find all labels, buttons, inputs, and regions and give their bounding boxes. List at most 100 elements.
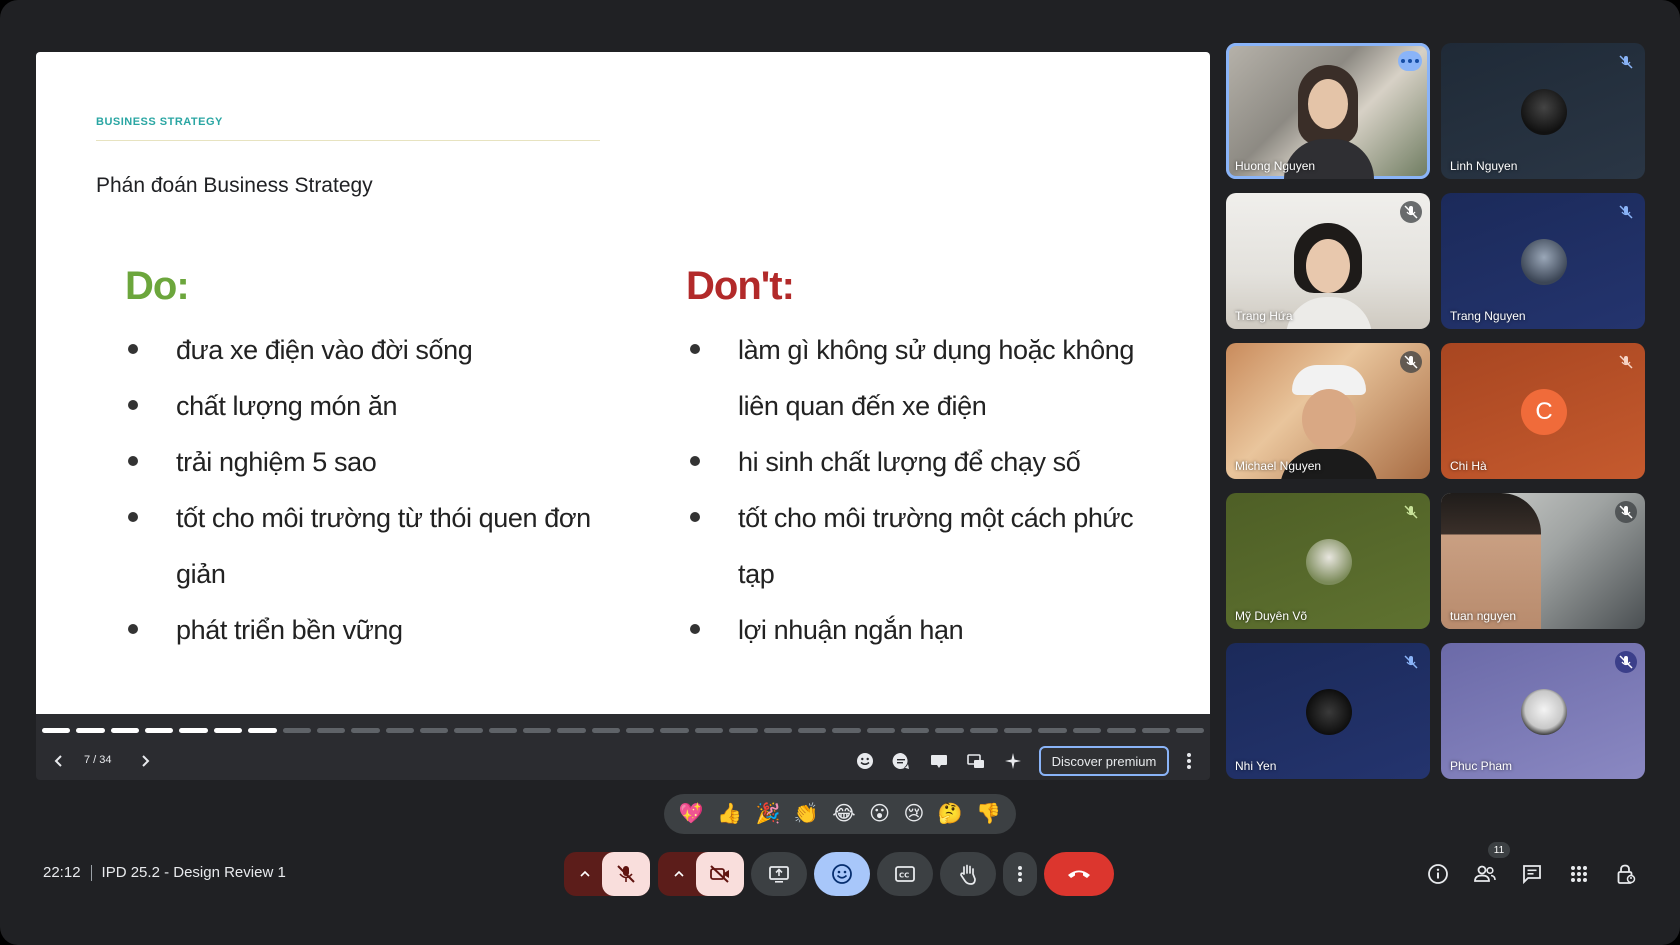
- progress-segment[interactable]: [763, 728, 792, 733]
- participant-name: tuan nguyen: [1450, 609, 1517, 623]
- progress-segment[interactable]: [1141, 728, 1170, 733]
- slide-pip-button[interactable]: [963, 748, 989, 774]
- participant-face: [1308, 79, 1348, 129]
- progress-segment[interactable]: [1004, 728, 1033, 733]
- lock-person-icon: [1617, 864, 1636, 884]
- mic-toggle-button[interactable]: [602, 852, 650, 896]
- dont-item: lợi nhuận ngắn hạn: [690, 602, 1160, 658]
- previous-slide-button[interactable]: [44, 744, 74, 778]
- progress-segment[interactable]: [1072, 728, 1102, 733]
- do-item-text: đưa xe điện vào đời sống: [176, 335, 473, 365]
- reaction-heart[interactable]: 💖: [679, 802, 704, 826]
- progress-segment[interactable]: [935, 728, 964, 733]
- meeting-details-button[interactable]: [1424, 860, 1452, 888]
- do-item-text: tốt cho môi trường từ thói quen đơn giản: [176, 503, 591, 589]
- do-item-text: phát triển bền vững: [176, 615, 403, 645]
- participant-tile[interactable]: C Chi Hà: [1441, 343, 1645, 479]
- progress-segment[interactable]: [488, 728, 518, 733]
- slide-effects-button[interactable]: [1000, 748, 1026, 774]
- bullet-icon: [690, 512, 700, 522]
- progress-segment[interactable]: [729, 728, 758, 733]
- progress-segment[interactable]: [660, 728, 689, 733]
- participant-name: Trang Nguyen: [1450, 309, 1526, 323]
- progress-segment[interactable]: [797, 728, 827, 733]
- slide-controls: 7 / 34 Discover premium: [36, 742, 1210, 780]
- progress-segment[interactable]: [351, 728, 380, 733]
- progress-segment[interactable]: [282, 728, 311, 733]
- mic-muted-icon: [1615, 51, 1637, 73]
- video-options-button[interactable]: [668, 852, 690, 896]
- slide-emoji-button[interactable]: [852, 748, 878, 774]
- reaction-thumbs-down[interactable]: 👎: [976, 802, 1001, 826]
- reaction-surprised[interactable]: 😮: [869, 802, 890, 826]
- participant-tile[interactable]: Michael Nguyen: [1226, 343, 1430, 479]
- progress-segment[interactable]: [145, 728, 174, 733]
- progress-segment[interactable]: [866, 728, 895, 733]
- progress-segment[interactable]: [557, 728, 586, 733]
- slide-comment-button[interactable]: [888, 748, 914, 774]
- progress-segment[interactable]: [110, 728, 140, 733]
- participant-tile[interactable]: Nhi Yen: [1226, 643, 1430, 779]
- progress-segment[interactable]: [969, 728, 999, 733]
- people-button[interactable]: [1471, 860, 1499, 888]
- do-item-text: chất lượng món ăn: [176, 391, 398, 421]
- progress-segment[interactable]: [385, 728, 414, 733]
- discover-premium-button[interactable]: Discover premium: [1039, 746, 1169, 776]
- participant-tile[interactable]: Linh Nguyen: [1441, 43, 1645, 179]
- avatar: [1521, 89, 1567, 135]
- camera-toggle-button[interactable]: [696, 852, 744, 896]
- present-screen-button[interactable]: [751, 852, 807, 896]
- raise-hand-button[interactable]: [940, 852, 996, 896]
- progress-segment[interactable]: [213, 728, 243, 733]
- dont-item-text: làm gì không sử dụng hoặc không liên qua…: [738, 335, 1134, 421]
- participant-tile[interactable]: Trang Hứa: [1226, 193, 1430, 329]
- next-slide-button[interactable]: [130, 744, 160, 778]
- progress-segment[interactable]: [1038, 728, 1067, 733]
- progress-segment[interactable]: [523, 728, 552, 733]
- participant-tile[interactable]: Trang Nguyen: [1441, 193, 1645, 329]
- do-item-text: trải nghiệm 5 sao: [176, 447, 377, 477]
- progress-segment[interactable]: [591, 728, 621, 733]
- slide-more-button[interactable]: [1176, 748, 1202, 774]
- progress-segment[interactable]: [1175, 728, 1205, 733]
- progress-segment[interactable]: [1107, 728, 1136, 733]
- reaction-party[interactable]: 🎉: [756, 802, 781, 826]
- bullet-icon: [690, 624, 700, 634]
- progress-segment[interactable]: [454, 728, 483, 733]
- reaction-thumbs-up[interactable]: 👍: [717, 802, 742, 826]
- progress-segment[interactable]: [900, 728, 930, 733]
- captions-button[interactable]: CC: [877, 852, 933, 896]
- progress-segment[interactable]: [76, 728, 105, 733]
- more-options-button[interactable]: [1003, 852, 1037, 896]
- mic-muted-icon: [1615, 201, 1637, 223]
- progress-segment[interactable]: [248, 728, 277, 733]
- reaction-thinking[interactable]: 🤔: [938, 802, 963, 826]
- mic-muted-icon: [1400, 201, 1422, 223]
- reaction-clap[interactable]: 👏: [794, 802, 819, 826]
- leave-call-button[interactable]: [1044, 852, 1114, 896]
- progress-segment[interactable]: [694, 728, 724, 733]
- activities-button[interactable]: [1565, 860, 1593, 888]
- slide-present-button[interactable]: [926, 748, 952, 774]
- dont-heading: Don't:: [686, 264, 795, 308]
- avatar: [1521, 239, 1567, 285]
- audio-options-button[interactable]: [574, 852, 596, 896]
- reaction-sad[interactable]: 😢: [904, 802, 925, 826]
- reaction-laugh[interactable]: 😂: [832, 802, 855, 826]
- tile-more-options-icon[interactable]: [1398, 51, 1422, 71]
- progress-segment[interactable]: [42, 728, 71, 733]
- progress-segment[interactable]: [316, 728, 346, 733]
- slide-progress-bar[interactable]: [42, 728, 1205, 734]
- participant-tile[interactable]: Huong Nguyen: [1226, 43, 1430, 179]
- progress-segment[interactable]: [419, 728, 449, 733]
- send-reaction-button[interactable]: [814, 852, 870, 896]
- progress-segment[interactable]: [832, 728, 861, 733]
- participant-tile[interactable]: Phuc Pham: [1441, 643, 1645, 779]
- participant-tile[interactable]: Mỹ Duyên Võ: [1226, 493, 1430, 629]
- meeting-title[interactable]: IPD 25.2 - Design Review 1: [102, 864, 286, 881]
- chat-button[interactable]: [1518, 860, 1546, 888]
- progress-segment[interactable]: [626, 728, 655, 733]
- participant-tile[interactable]: tuan nguyen: [1441, 493, 1645, 629]
- progress-segment[interactable]: [179, 728, 208, 733]
- host-controls-button[interactable]: [1612, 860, 1640, 888]
